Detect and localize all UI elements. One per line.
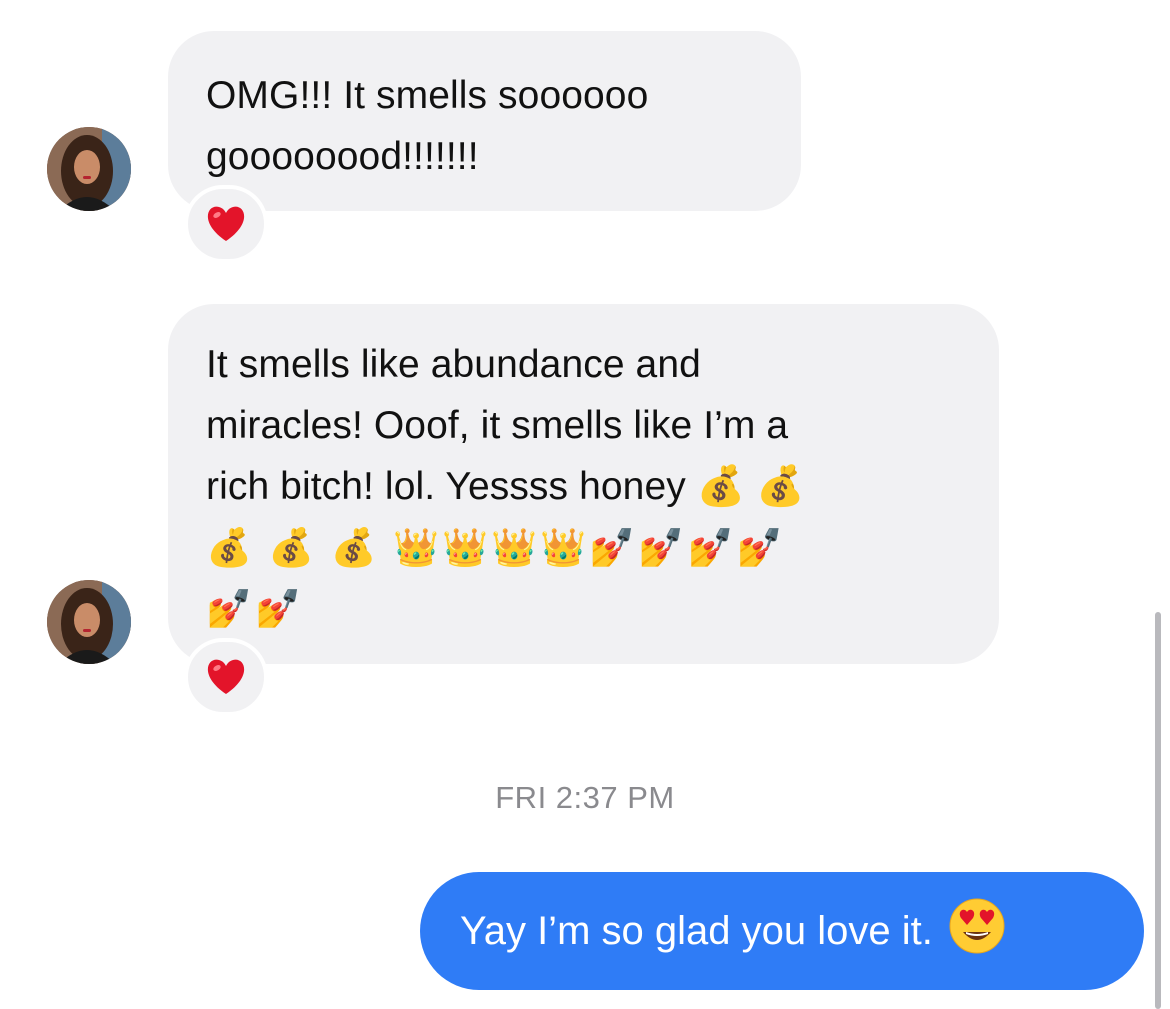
- message-text: Yay I’m so glad you love it.: [460, 908, 933, 953]
- contact-avatar[interactable]: [47, 580, 131, 664]
- emoji-line: 💰 💰 💰 👑👑👑👑💅💅💅💅: [206, 527, 786, 568]
- incoming-message-bubble[interactable]: OMG!!! It smells soooooo goooooood!!!!!!…: [168, 31, 801, 211]
- contact-avatar[interactable]: [47, 127, 131, 211]
- incoming-message-bubble[interactable]: It smells like abundance and miracles! O…: [168, 304, 999, 664]
- message-thread: OMG!!! It smells soooooo goooooood!!!!!!…: [0, 0, 1170, 1009]
- message-text: OMG!!! It smells soooooo goooooood!!!!!!…: [206, 74, 649, 178]
- heart-reaction[interactable]: [184, 638, 268, 716]
- message-timestamp: FRI 2:37 PM: [495, 780, 675, 815]
- heart-icon: [207, 206, 245, 241]
- heart-reaction[interactable]: [184, 185, 268, 263]
- scrollbar[interactable]: [1155, 612, 1161, 1009]
- heart-icon: [207, 659, 245, 694]
- outgoing-message-bubble[interactable]: Yay I’m so glad you love it.: [420, 872, 1144, 990]
- message-text: It smells like abundance and miracles! O…: [206, 343, 806, 508]
- heart-eyes-emoji-icon: [949, 898, 1005, 964]
- emoji-line: 💅💅: [206, 588, 305, 629]
